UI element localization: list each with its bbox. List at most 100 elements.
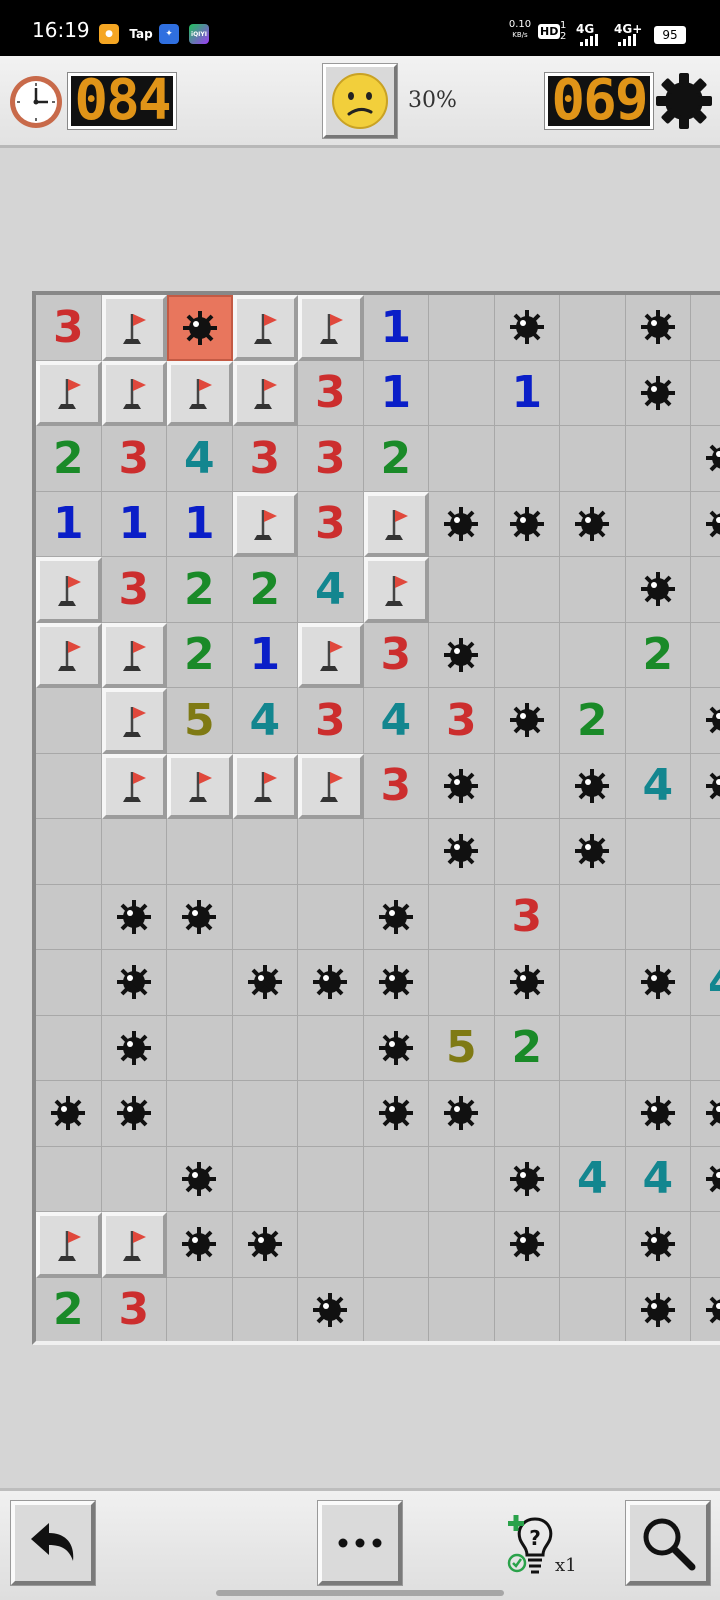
empty-cell[interactable] xyxy=(560,557,626,623)
number-cell[interactable]: 2 xyxy=(232,557,298,623)
empty-cell[interactable] xyxy=(429,950,495,1016)
empty-cell[interactable] xyxy=(691,360,720,426)
number-cell[interactable]: 3 xyxy=(101,557,167,623)
number-cell[interactable]: 3 xyxy=(429,688,495,754)
number-cell[interactable]: 4 xyxy=(560,1146,626,1212)
empty-cell[interactable] xyxy=(232,1081,298,1147)
flagged-cell[interactable] xyxy=(232,295,298,361)
empty-cell[interactable] xyxy=(625,491,691,557)
mine-cell[interactable] xyxy=(101,1015,167,1081)
empty-cell[interactable] xyxy=(625,819,691,885)
mine-cell[interactable] xyxy=(429,819,495,885)
number-cell[interactable]: 2 xyxy=(560,688,626,754)
empty-cell[interactable] xyxy=(232,1146,298,1212)
number-cell[interactable]: 2 xyxy=(167,622,233,688)
number-cell[interactable]: 2 xyxy=(167,557,233,623)
number-cell[interactable]: 3 xyxy=(36,295,102,361)
empty-cell[interactable] xyxy=(298,1212,364,1278)
empty-cell[interactable] xyxy=(560,1212,626,1278)
exploded-mine-cell[interactable] xyxy=(167,295,233,361)
mine-cell[interactable] xyxy=(691,491,720,557)
empty-cell[interactable] xyxy=(494,1277,560,1341)
empty-cell[interactable] xyxy=(429,426,495,492)
mine-cell[interactable] xyxy=(560,491,626,557)
number-cell[interactable]: 2 xyxy=(363,426,429,492)
empty-cell[interactable] xyxy=(232,1015,298,1081)
mine-cell[interactable] xyxy=(560,819,626,885)
flagged-cell[interactable] xyxy=(101,360,167,426)
empty-cell[interactable] xyxy=(691,884,720,950)
empty-cell[interactable] xyxy=(36,819,102,885)
flagged-cell[interactable] xyxy=(167,753,233,819)
empty-cell[interactable] xyxy=(625,1015,691,1081)
mine-cell[interactable] xyxy=(691,753,720,819)
empty-cell[interactable] xyxy=(560,360,626,426)
mine-cell[interactable] xyxy=(494,688,560,754)
flagged-cell[interactable] xyxy=(36,622,102,688)
number-cell[interactable]: 3 xyxy=(494,884,560,950)
flagged-cell[interactable] xyxy=(298,295,364,361)
number-cell[interactable]: 2 xyxy=(625,622,691,688)
mine-cell[interactable] xyxy=(167,1146,233,1212)
number-cell[interactable]: 1 xyxy=(363,295,429,361)
number-cell[interactable]: 1 xyxy=(363,360,429,426)
empty-cell[interactable] xyxy=(429,557,495,623)
flagged-cell[interactable] xyxy=(36,557,102,623)
mine-cell[interactable] xyxy=(625,1277,691,1341)
empty-cell[interactable] xyxy=(494,753,560,819)
mine-cell[interactable] xyxy=(625,557,691,623)
number-cell[interactable]: 3 xyxy=(232,426,298,492)
empty-cell[interactable] xyxy=(298,1015,364,1081)
number-cell[interactable]: 4 xyxy=(691,950,720,1016)
number-cell[interactable]: 1 xyxy=(232,622,298,688)
empty-cell[interactable] xyxy=(625,688,691,754)
number-cell[interactable]: 4 xyxy=(167,426,233,492)
number-cell[interactable]: 1 xyxy=(167,491,233,557)
mine-cell[interactable] xyxy=(298,1277,364,1341)
mine-cell[interactable] xyxy=(101,884,167,950)
empty-cell[interactable] xyxy=(494,819,560,885)
empty-cell[interactable] xyxy=(298,884,364,950)
empty-cell[interactable] xyxy=(36,753,102,819)
number-cell[interactable]: 3 xyxy=(298,688,364,754)
empty-cell[interactable] xyxy=(363,819,429,885)
empty-cell[interactable] xyxy=(298,1146,364,1212)
flagged-cell[interactable] xyxy=(101,295,167,361)
mine-cell[interactable] xyxy=(363,884,429,950)
number-cell[interactable]: 3 xyxy=(101,1277,167,1341)
empty-cell[interactable] xyxy=(232,1277,298,1341)
empty-cell[interactable] xyxy=(560,950,626,1016)
empty-cell[interactable] xyxy=(167,1277,233,1341)
empty-cell[interactable] xyxy=(232,884,298,950)
empty-cell[interactable] xyxy=(36,950,102,1016)
mine-cell[interactable] xyxy=(625,360,691,426)
number-cell[interactable]: 2 xyxy=(494,1015,560,1081)
empty-cell[interactable] xyxy=(560,295,626,361)
flagged-cell[interactable] xyxy=(232,753,298,819)
empty-cell[interactable] xyxy=(298,1081,364,1147)
empty-cell[interactable] xyxy=(167,950,233,1016)
mine-cell[interactable] xyxy=(363,1081,429,1147)
undo-button[interactable] xyxy=(10,1500,96,1586)
empty-cell[interactable] xyxy=(560,1277,626,1341)
number-cell[interactable]: 1 xyxy=(101,491,167,557)
empty-cell[interactable] xyxy=(494,426,560,492)
mine-cell[interactable] xyxy=(494,950,560,1016)
settings-gear-icon[interactable] xyxy=(654,71,714,131)
mine-cell[interactable] xyxy=(494,295,560,361)
empty-cell[interactable] xyxy=(363,1277,429,1341)
mine-cell[interactable] xyxy=(429,753,495,819)
empty-cell[interactable] xyxy=(429,1212,495,1278)
flagged-cell[interactable] xyxy=(101,688,167,754)
mine-cell[interactable] xyxy=(101,950,167,1016)
mine-cell[interactable] xyxy=(363,1015,429,1081)
empty-cell[interactable] xyxy=(560,1081,626,1147)
mine-cell[interactable] xyxy=(494,1146,560,1212)
empty-cell[interactable] xyxy=(494,622,560,688)
number-cell[interactable]: 4 xyxy=(625,1146,691,1212)
hint-button[interactable]: ? x1 xyxy=(505,1513,585,1583)
number-cell[interactable]: 3 xyxy=(298,426,364,492)
empty-cell[interactable] xyxy=(691,557,720,623)
flagged-cell[interactable] xyxy=(232,360,298,426)
mine-cell[interactable] xyxy=(232,1212,298,1278)
